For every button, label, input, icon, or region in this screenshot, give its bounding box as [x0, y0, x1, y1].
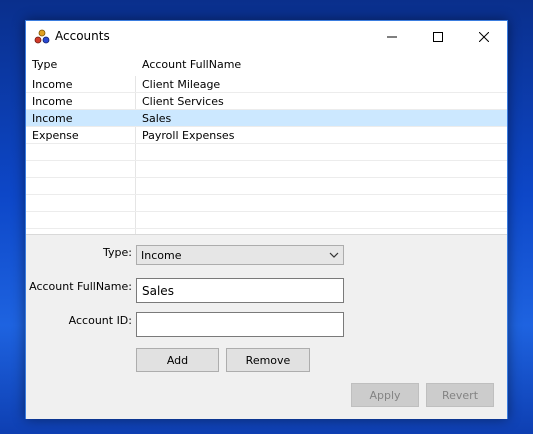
- window-title: Accounts: [55, 29, 110, 43]
- minimize-icon: [387, 36, 397, 37]
- column-header-type[interactable]: Type: [32, 58, 57, 71]
- list-header: Type Account FullName: [26, 52, 507, 76]
- column-header-account-fullname[interactable]: Account FullName: [142, 58, 241, 71]
- add-button[interactable]: Add: [136, 348, 219, 372]
- account-id-label: Account ID:: [68, 314, 132, 327]
- chevron-down-icon: [329, 252, 339, 258]
- list-row[interactable]: Income Client Services: [26, 93, 507, 110]
- edit-form: Type: Income Account FullName: Sales Acc…: [26, 234, 507, 419]
- minimize-button[interactable]: [369, 21, 415, 52]
- title-bar[interactable]: Accounts: [26, 21, 507, 52]
- list-row[interactable]: Income Sales: [26, 110, 507, 127]
- cell-type: Expense: [32, 129, 79, 142]
- cell-account-fullname: Client Mileage: [142, 78, 221, 91]
- close-icon: [479, 31, 489, 42]
- empty-row: [26, 161, 507, 178]
- cell-account-fullname: Sales: [142, 112, 172, 125]
- type-label: Type:: [103, 246, 132, 259]
- type-dropdown-value: Income: [141, 249, 182, 262]
- account-fullname-field[interactable]: Sales: [136, 278, 344, 303]
- account-fullname-label: Account FullName:: [29, 280, 132, 293]
- empty-row: [26, 212, 507, 229]
- account-fullname-value: Sales: [142, 284, 174, 298]
- accounts-list[interactable]: Type Account FullName Income Client Milea…: [26, 52, 507, 234]
- list-row[interactable]: Income Client Mileage: [26, 76, 507, 93]
- empty-row: [26, 144, 507, 161]
- apply-button[interactable]: Apply: [351, 383, 419, 407]
- close-button[interactable]: [461, 21, 507, 52]
- empty-row: [26, 195, 507, 212]
- list-row[interactable]: Expense Payroll Expenses: [26, 127, 507, 144]
- cell-account-fullname: Client Services: [142, 95, 224, 108]
- app-icon: [34, 29, 50, 45]
- cell-type: Income: [32, 112, 73, 125]
- revert-button[interactable]: Revert: [426, 383, 494, 407]
- maximize-icon: [433, 31, 443, 42]
- cell-type: Income: [32, 78, 73, 91]
- cell-type: Income: [32, 95, 73, 108]
- empty-row: [26, 178, 507, 195]
- type-dropdown[interactable]: Income: [136, 245, 344, 265]
- accounts-window: Accounts Type Account FullName Income Cli…: [25, 20, 508, 419]
- remove-button[interactable]: Remove: [226, 348, 310, 372]
- maximize-button[interactable]: [415, 21, 461, 52]
- cell-account-fullname: Payroll Expenses: [142, 129, 235, 142]
- account-id-field[interactable]: [136, 312, 344, 337]
